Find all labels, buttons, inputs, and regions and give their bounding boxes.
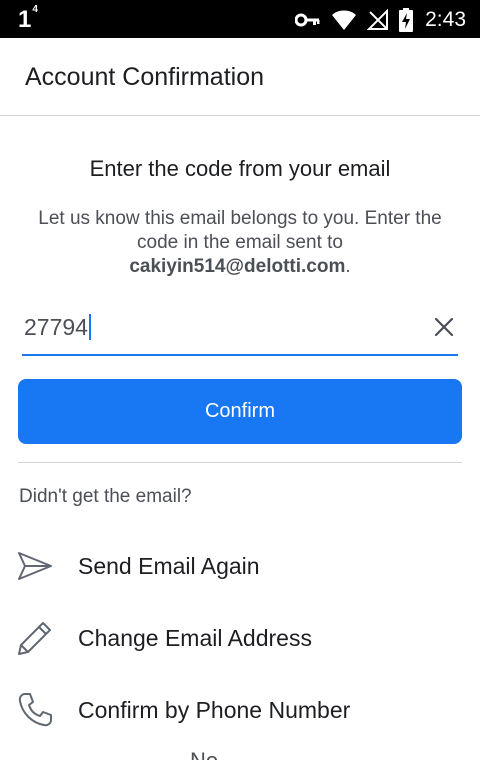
change-email-option[interactable]: Change Email Address [0,610,480,666]
sim-indicator: 14 [18,4,38,34]
status-icons: 2:43 [295,8,466,32]
page-title: Account Confirmation [25,63,265,91]
divider [18,462,462,463]
battery-charging-icon [399,8,414,32]
status-time: 2:43 [425,8,466,31]
instructions-text: Let us know this email belongs to you. E… [28,207,452,279]
code-heading: Enter the code from your email [89,156,391,181]
phone-icon [18,693,52,727]
confirm-button-label: Confirm [204,400,275,422]
send-email-again-option[interactable]: Send Email Again [0,538,480,594]
confirm-button[interactable]: Confirm [18,379,462,444]
pencil-icon [18,622,51,655]
confirm-by-phone-label: Confirm by Phone Number [78,697,351,723]
no-signal-icon [367,9,389,30]
change-email-label: Change Email Address [78,625,312,651]
send-email-again-label: Send Email Again [78,553,260,579]
partial-link-text[interactable]: No... [190,748,236,760]
instructions-prefix: Let us know this email belongs to you. E… [38,208,442,253]
no-email-label: Didn't get the email? [19,486,192,507]
confirm-by-phone-option[interactable]: Confirm by Phone Number [0,682,480,738]
sim-indicator-superscript: 4 [32,4,38,15]
sim-indicator-number: 1 [18,6,32,33]
send-icon [18,552,52,580]
confirmation-code-value[interactable]: 27794 [24,314,91,341]
code-text: 27794 [24,314,88,340]
key-icon [295,13,320,27]
clear-icon[interactable] [432,315,456,339]
wifi-icon [332,10,357,30]
email-address: cakiyin514@delotti.com [129,256,346,277]
text-caret [88,314,91,340]
confirmation-code-input[interactable]: 27794 [22,306,458,356]
instructions-suffix: . [345,256,351,277]
app-bar: Account Confirmation [0,38,480,116]
status-bar: 14 2:43 [0,0,480,38]
